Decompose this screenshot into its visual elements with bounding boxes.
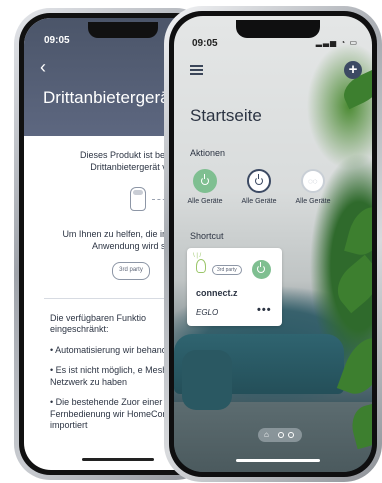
action-all-devices-group[interactable]: ◌◌ Alle Geräte <box>290 169 336 205</box>
shortcut-heading: Shortcut <box>190 231 224 241</box>
phone-front: 09:05 ▂▃▅ ◔ ▭ + Startseite Aktionen Alle… <box>164 6 382 482</box>
background-sofa-arm <box>182 350 232 410</box>
page-dot[interactable] <box>288 432 294 438</box>
shortcut-card[interactable]: \ | / 3rd party connect.z EGLO ••• <box>187 248 282 326</box>
page-title: Drittanbietergeräte <box>43 88 184 107</box>
action-all-devices-off[interactable]: Alle Geräte <box>236 169 282 205</box>
phone-front-bezel: 09:05 ▂▃▅ ◔ ▭ + Startseite Aktionen Alle… <box>169 11 377 477</box>
action-label: Alle Geräte <box>295 198 331 205</box>
power-icon <box>255 174 263 185</box>
plant-leaf <box>328 254 372 314</box>
more-options-icon[interactable]: ••• <box>257 304 272 316</box>
status-time: 09:05 <box>44 35 70 46</box>
device-name: connect.z <box>196 288 238 298</box>
menu-icon[interactable] <box>190 65 203 75</box>
plant-leaf <box>344 202 372 260</box>
bulbs-icon: ◌◌ <box>308 177 318 186</box>
page-indicator[interactable]: ⌂ <box>258 428 302 442</box>
action-label: Alle Geräte <box>187 198 223 205</box>
device-brand: EGLO <box>196 308 219 317</box>
third-party-tag: 3rd party <box>212 265 242 275</box>
status-icons: ▂▃▅ ◔ ▭ <box>315 38 358 47</box>
action-button[interactable]: ◌◌ <box>301 169 325 193</box>
home-screen: 09:05 ▂▃▅ ◔ ▭ + Startseite Aktionen Alle… <box>174 16 372 472</box>
power-icon <box>201 174 209 185</box>
action-label: Alle Geräte <box>241 198 277 205</box>
power-toggle-button[interactable] <box>252 260 271 279</box>
actions-heading: Aktionen <box>190 148 226 158</box>
action-button[interactable] <box>193 169 217 193</box>
home-indicator[interactable] <box>82 458 154 461</box>
page-title: Startseite <box>190 106 262 125</box>
home-indicator[interactable] <box>236 459 320 462</box>
notch <box>88 22 158 38</box>
third-party-tag: 3rd party <box>112 262 150 280</box>
add-button[interactable]: + <box>344 61 362 79</box>
page-dot[interactable] <box>278 432 284 438</box>
bulb-icon <box>196 259 206 273</box>
action-all-devices-on[interactable]: Alle Geräte <box>182 169 228 205</box>
power-icon <box>257 262 265 273</box>
back-chevron-icon[interactable]: ‹ <box>40 58 46 76</box>
status-time: 09:05 <box>192 38 218 49</box>
home-page-icon[interactable]: ⌂ <box>264 430 269 439</box>
notch <box>236 20 320 38</box>
smart-speaker-icon <box>130 187 146 211</box>
action-button[interactable] <box>247 169 271 193</box>
